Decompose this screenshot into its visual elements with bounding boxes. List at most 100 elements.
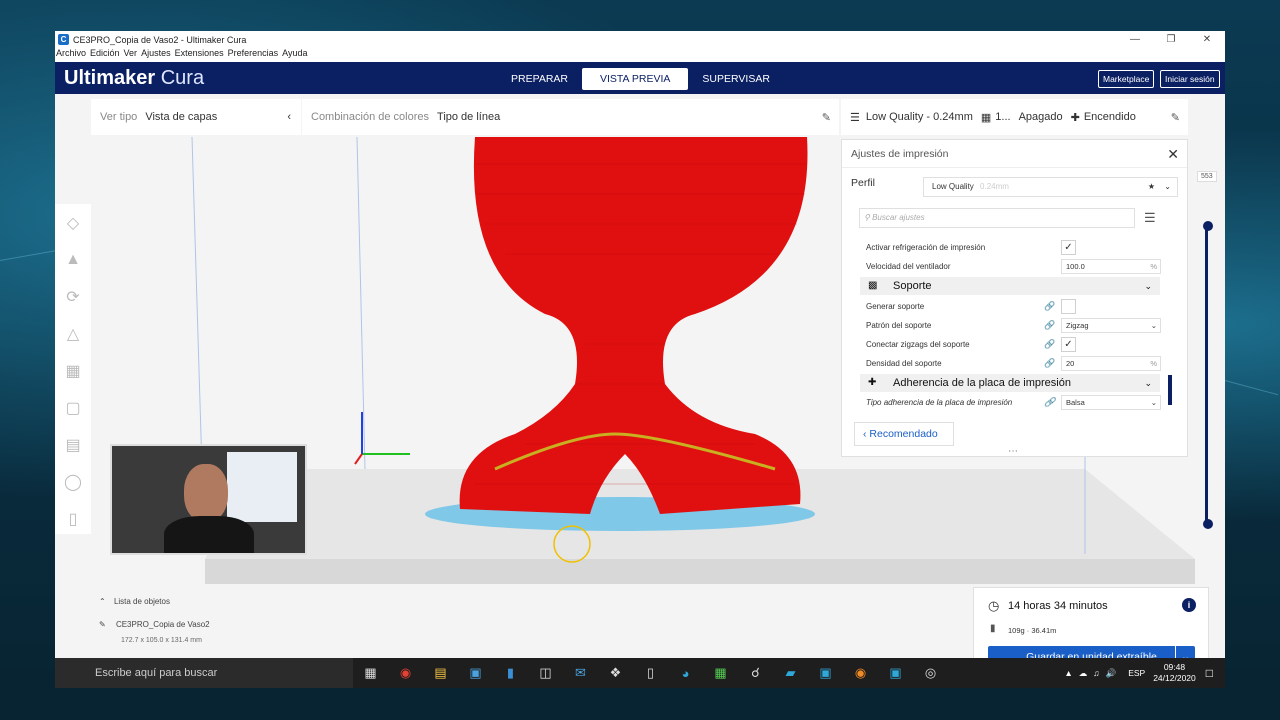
pencil-icon: ✎ xyxy=(821,111,831,124)
search-input[interactable]: ⚲ Buscar ajustes xyxy=(859,208,1135,228)
print-time: 14 horas 34 minutos xyxy=(1008,600,1108,612)
menu-preferencias[interactable]: Preferencias xyxy=(228,48,279,62)
cura-taskbar-icon[interactable]: ▰ xyxy=(773,665,808,681)
lay-flat-icon[interactable]: ▤ xyxy=(55,426,91,463)
category-adhesion[interactable]: ✚ Adherencia de la placa de impresión ⌄ xyxy=(860,374,1160,392)
layer-slider-top-handle[interactable] xyxy=(1203,221,1213,231)
app-icon[interactable]: ▮ xyxy=(493,665,528,681)
menu-bar: Archivo Edición Ver Ajustes Extensiones … xyxy=(55,48,1225,62)
app-icon[interactable]: ◉ xyxy=(843,665,878,681)
print-settings-panel: Ajustes de impresión ✕ Perfil Low Qualit… xyxy=(841,139,1188,457)
maximize-button[interactable]: ❐ xyxy=(1153,31,1189,48)
mail-icon[interactable]: ✉ xyxy=(563,665,598,681)
generate-support-checkbox[interactable] xyxy=(1061,299,1076,314)
per-model-settings-icon[interactable]: ▦ xyxy=(55,352,91,389)
view-type-selector[interactable]: Ver tipo Vista de capas ‹ xyxy=(91,99,301,135)
close-button[interactable]: ✕ xyxy=(1189,31,1225,48)
menu-archivo[interactable]: Archivo xyxy=(56,48,86,62)
close-icon[interactable]: ✕ xyxy=(1167,140,1179,168)
adhesion-type-select[interactable]: Balsa ⌄ xyxy=(1061,395,1161,410)
object-list-label[interactable]: Lista de objetos xyxy=(114,597,170,606)
recorder-icon[interactable]: ◎ xyxy=(913,665,948,681)
app-icon[interactable]: ▦ xyxy=(703,665,738,681)
link-icon[interactable]: 🔗 xyxy=(1044,354,1055,373)
menu-ver[interactable]: Ver xyxy=(124,48,138,62)
layer-slider-bottom-handle[interactable] xyxy=(1203,519,1213,529)
file-explorer-icon[interactable]: ▤ xyxy=(423,665,458,681)
object-name: CE3PRO_Copia de Vaso2 xyxy=(115,620,210,629)
login-button[interactable]: Iniciar sesión xyxy=(1160,70,1220,88)
connect-zigzags-checkbox[interactable]: ✓ xyxy=(1061,337,1076,352)
support-pattern-select[interactable]: Zigzag ⌄ xyxy=(1061,318,1161,333)
tab-vista-previa[interactable]: VISTA PREVIA xyxy=(582,68,689,90)
cura-app-icon: C xyxy=(58,34,69,45)
title-bar: C CE3PRO_Copia de Vaso2 - Ultimaker Cura… xyxy=(55,31,1225,48)
resize-handle[interactable]: ⋯ xyxy=(1008,446,1018,457)
tab-preparar[interactable]: PREPARAR xyxy=(497,68,582,90)
window-title: CE3PRO_Copia de Vaso2 - Ultimaker Cura xyxy=(73,34,247,45)
profile-select[interactable]: Low Quality 0.24mm ★ ⌄ xyxy=(923,177,1178,197)
cylinder-icon[interactable]: ◯ xyxy=(55,463,91,500)
app-icon[interactable]: ▣ xyxy=(808,665,843,681)
cooling-checkbox[interactable]: ✓ xyxy=(1061,240,1076,255)
notepad-icon[interactable]: ▯ xyxy=(633,665,668,681)
setting-generate-support: Generar soporte 🔗 xyxy=(866,297,1161,316)
menu-ayuda[interactable]: Ayuda xyxy=(282,48,307,62)
star-icon[interactable]: ★ xyxy=(1148,178,1155,196)
color-scheme-label: Combinación de colores xyxy=(311,111,430,123)
link-icon[interactable]: 🔗 xyxy=(1044,297,1055,316)
sliders-icon: ☰ xyxy=(850,111,860,124)
search-icon: ⚲ xyxy=(864,213,870,222)
menu-edicion[interactable]: Edición xyxy=(90,48,120,62)
info-icon[interactable]: i xyxy=(1182,598,1196,612)
brand-logo: Ultimaker Cura xyxy=(64,66,205,89)
windows-taskbar: Escribe aquí para buscar ▦ ◉ ▤ ▣ ▮ ◫ ✉ ❖… xyxy=(55,658,1225,688)
support-icon: ▩ xyxy=(868,280,878,291)
rotate-tool-icon[interactable]: ⟳ xyxy=(55,278,91,315)
minimize-button[interactable]: — xyxy=(1117,31,1153,48)
model-body xyxy=(459,137,808,514)
3d-viewport[interactable]: Ver tipo Vista de capas ‹ Combinación de… xyxy=(55,94,1225,688)
panel-scrollbar[interactable] xyxy=(1168,375,1172,405)
cura-taskbar-icon[interactable]: ▣ xyxy=(878,665,913,681)
menu-ajustes[interactable]: Ajustes xyxy=(141,48,171,62)
pencil-icon[interactable]: ✎ xyxy=(99,620,106,629)
material-estimate: 109g · 36.41m xyxy=(1008,626,1057,635)
settings-menu-icon[interactable]: ☰ xyxy=(1144,210,1156,226)
layer-slider[interactable] xyxy=(1205,224,1208,524)
move-tool-icon[interactable]: ◇ xyxy=(55,204,91,241)
print-settings-bar[interactable]: ☰ Low Quality - 0.24mm ▦ 1... Apagado ✚ … xyxy=(841,99,1188,135)
dropbox-icon[interactable]: ❖ xyxy=(598,665,633,681)
recommended-button[interactable]: ‹ Recomendado xyxy=(854,422,954,446)
tray-icons[interactable]: ▲☁♫🔊 xyxy=(1064,668,1122,679)
app-icon[interactable]: ▣ xyxy=(458,665,493,681)
cura-window: C CE3PRO_Copia de Vaso2 - Ultimaker Cura… xyxy=(55,31,1225,688)
taskbar-search[interactable]: Escribe aquí para buscar xyxy=(55,658,353,688)
link-icon[interactable]: 🔗 xyxy=(1044,335,1055,354)
app-icon[interactable]: ☌ xyxy=(738,665,773,681)
language-indicator[interactable]: ESP xyxy=(1128,668,1145,678)
scale-tool-icon[interactable]: ▲ xyxy=(55,241,91,278)
webcam-person-body xyxy=(164,516,254,553)
setting-cooling: Activar refrigeración de impresión ✓ xyxy=(866,238,1161,257)
task-view-icon[interactable]: ▦ xyxy=(353,665,388,681)
eraser-icon[interactable]: ▯ xyxy=(55,500,91,537)
notifications-icon[interactable]: □ xyxy=(1206,666,1213,680)
edge-icon[interactable]: ◕ xyxy=(668,666,703,681)
marketplace-button[interactable]: Marketplace xyxy=(1098,70,1155,88)
category-support[interactable]: ▩ Soporte ⌄ xyxy=(860,277,1160,295)
store-icon[interactable]: ◫ xyxy=(528,665,563,681)
support-blocker-icon[interactable]: ▢ xyxy=(55,389,91,426)
fan-speed-input[interactable]: 100.0% xyxy=(1061,259,1161,274)
chrome-icon[interactable]: ◉ xyxy=(388,665,423,681)
menu-extensiones[interactable]: Extensiones xyxy=(175,48,224,62)
color-scheme-selector[interactable]: Combinación de colores Tipo de línea ✎ xyxy=(302,99,839,135)
link-icon[interactable]: 🔗 xyxy=(1044,393,1055,412)
mirror-tool-icon[interactable]: △ xyxy=(55,315,91,352)
tab-supervisar[interactable]: SUPERVISAR xyxy=(688,68,784,90)
chevron-up-icon[interactable]: ⌃ xyxy=(99,597,106,606)
support-density-input[interactable]: 20% xyxy=(1061,356,1161,371)
setting-fan-speed: Velocidad del ventilador 100.0% xyxy=(866,257,1161,276)
taskbar-clock[interactable]: 09:48 24/12/2020 xyxy=(1153,662,1196,684)
link-icon[interactable]: 🔗 xyxy=(1044,316,1055,335)
